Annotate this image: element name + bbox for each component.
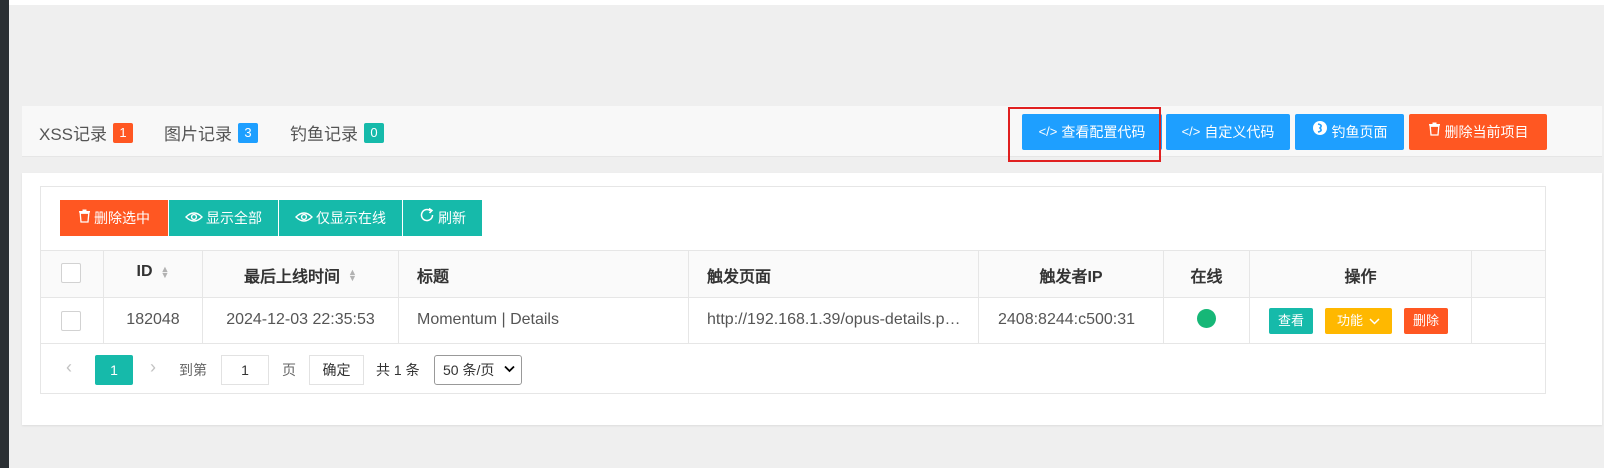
hook-icon xyxy=(1312,114,1328,150)
view-button[interactable]: 查看 xyxy=(1269,308,1313,334)
column-divider xyxy=(688,250,689,344)
select-value: 50 条/页 xyxy=(443,362,495,378)
tab-phishing-records[interactable]: 钓鱼记录 0 xyxy=(290,120,384,145)
column-header-trigger-page: 触发页面 xyxy=(707,269,772,286)
goto-page-input[interactable]: 1 xyxy=(221,355,269,385)
sort-icon[interactable]: ▲ ▼ xyxy=(348,268,357,283)
column-header-last-online[interactable]: 最后上线时间 ▲ ▼ xyxy=(203,263,398,287)
window-edge xyxy=(0,0,9,468)
delete-row-button[interactable]: 删除 xyxy=(1404,308,1448,334)
button-label: 删除当前项目 xyxy=(1444,124,1529,140)
toolbar-divider xyxy=(278,200,279,236)
show-online-only-button[interactable]: 仅显示在线 xyxy=(279,200,402,236)
button-label: 钓鱼页面 xyxy=(1331,124,1388,140)
row-checkbox[interactable] xyxy=(61,311,81,331)
tab-label: XSS记录 xyxy=(39,125,108,144)
toolbar-divider xyxy=(168,200,169,236)
tab-xss-records[interactable]: XSS记录 1 xyxy=(39,120,134,145)
column-header-trigger-ip: 触发者IP xyxy=(1039,269,1103,286)
count-badge: 0 xyxy=(364,122,384,143)
tab-label: 图片记录 xyxy=(164,125,232,144)
delete-project-button[interactable]: 删除当前项目 xyxy=(1409,114,1547,150)
button-label: 自定义代码 xyxy=(1204,124,1275,140)
column-header-title: 标题 xyxy=(417,269,450,286)
page-unit-label: 页 xyxy=(282,362,296,378)
column-header-id[interactable]: ID ▲ ▼ xyxy=(104,263,202,281)
cell-title: Momentum | Details xyxy=(417,311,559,328)
button-label: 显示全部 xyxy=(206,210,262,226)
button-label: 删除选中 xyxy=(94,210,150,226)
trash-icon xyxy=(1428,114,1441,150)
cell-last-online: 2024-12-03 22:35:53 xyxy=(226,311,375,328)
count-badge: 3 xyxy=(238,122,258,143)
code-icon: </> xyxy=(1181,124,1201,139)
cell-id: 182048 xyxy=(126,311,180,328)
select-all-checkbox[interactable] xyxy=(61,263,81,283)
confirm-button[interactable]: 确定 xyxy=(309,355,364,385)
next-page-icon[interactable]: › xyxy=(150,357,156,378)
column-header-online: 在线 xyxy=(1190,269,1223,286)
tab-image-records[interactable]: 图片记录 3 xyxy=(164,120,258,145)
chevron-down-icon xyxy=(504,356,515,384)
header-label: ID xyxy=(136,263,153,280)
page-size-select[interactable]: 50 条/页 xyxy=(434,355,522,385)
function-dropdown-button[interactable]: 功能 xyxy=(1325,308,1392,334)
highlight-annotation-box xyxy=(1008,107,1161,162)
refresh-icon xyxy=(419,200,435,236)
show-all-button[interactable]: 显示全部 xyxy=(169,200,278,236)
total-count: 共 1 条 xyxy=(376,362,420,378)
eye-icon xyxy=(185,200,203,236)
top-border xyxy=(9,0,1604,5)
button-label: 功能 xyxy=(1336,313,1363,328)
phishing-page-button[interactable]: 钓鱼页面 xyxy=(1295,114,1404,150)
chevron-down-icon xyxy=(1369,308,1380,334)
prev-page-icon[interactable]: ‹ xyxy=(66,357,72,378)
button-label: 刷新 xyxy=(438,210,466,226)
trash-icon xyxy=(78,200,91,236)
button-label: 仅显示在线 xyxy=(316,210,386,226)
cell-trigger-page: http://192.168.1.39/opus-details.php?id=… xyxy=(707,311,962,328)
column-header-actions: 操作 xyxy=(1344,269,1377,286)
sort-icon[interactable]: ▲ ▼ xyxy=(161,265,170,280)
column-divider xyxy=(1471,250,1472,344)
toolbar-divider xyxy=(402,200,403,236)
tab-label: 钓鱼记录 xyxy=(290,125,358,144)
cell-trigger-ip: 2408:8244:c500:31 xyxy=(998,311,1136,328)
page-current[interactable]: 1 xyxy=(95,355,133,385)
refresh-button[interactable]: 刷新 xyxy=(403,200,482,236)
header-label: 最后上线时间 xyxy=(244,269,341,286)
eye-icon xyxy=(295,200,313,236)
goto-label: 到第 xyxy=(179,362,207,378)
delete-selected-button[interactable]: 删除选中 xyxy=(60,200,168,236)
column-divider xyxy=(398,250,399,344)
custom-code-button[interactable]: </> 自定义代码 xyxy=(1166,114,1290,150)
online-status-dot xyxy=(1197,309,1216,328)
count-badge: 1 xyxy=(113,122,134,143)
